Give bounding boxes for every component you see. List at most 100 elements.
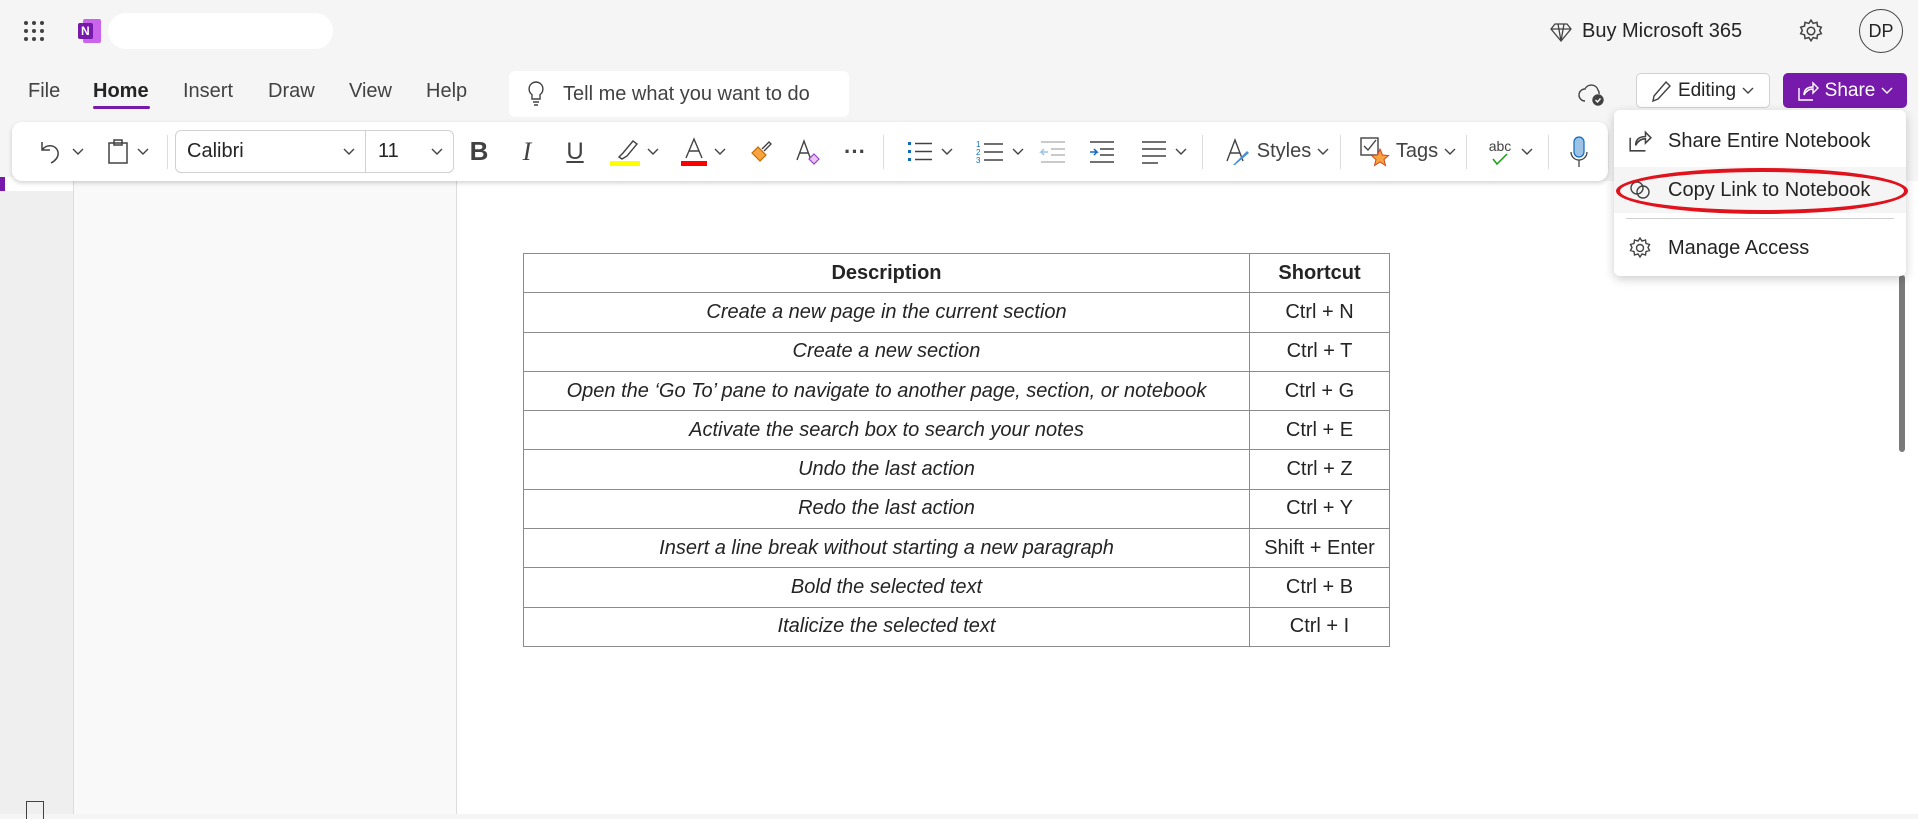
description-cell[interactable]: Insert a line break without starting a n… [524,529,1250,568]
undo-icon [38,139,64,165]
chevron-down-icon [343,148,355,156]
font-controls: Calibri 11 [175,130,454,173]
increase-indent-icon [1088,140,1116,164]
numbering-button[interactable]: 123 [970,122,1030,181]
format-painter-icon [748,139,774,165]
table-row: Italicize the selected textCtrl + I [524,607,1390,646]
user-avatar[interactable]: DP [1859,9,1903,53]
decrease-indent-button[interactable] [1038,122,1068,181]
undo-button[interactable] [36,122,86,181]
svg-text:N: N [81,24,90,38]
more-icon: ··· [844,139,866,165]
share-icon [1797,80,1819,102]
notebook-name-redacted [108,13,333,49]
underline-button[interactable]: U [560,122,590,181]
description-cell[interactable]: Redo the last action [524,489,1250,528]
tab-insert[interactable]: Insert [183,80,233,103]
chevron-down-icon [137,148,149,156]
spelling-button[interactable]: abc [1480,122,1542,181]
shortcut-cell[interactable]: Ctrl + T [1250,332,1390,371]
divider [1548,135,1549,169]
shortcut-cell[interactable]: Ctrl + B [1250,568,1390,607]
settings-gear-icon[interactable] [1798,18,1824,49]
page-list [73,181,457,814]
highlighter-icon [609,137,641,167]
chevron-down-icon [714,148,726,156]
description-cell[interactable]: Bold the selected text [524,568,1250,607]
chevron-down-icon [647,148,659,156]
font-color-button[interactable] [674,122,732,181]
vertical-scrollbar[interactable] [1899,275,1905,452]
pencil-icon [1652,80,1672,102]
bullet-list-icon [907,140,933,164]
shortcut-cell[interactable]: Ctrl + N [1250,293,1390,332]
paste-button[interactable] [100,122,156,181]
shortcut-cell[interactable]: Ctrl + Y [1250,489,1390,528]
shortcut-cell[interactable]: Ctrl + Z [1250,450,1390,489]
shortcut-cell[interactable]: Ctrl + E [1250,411,1390,450]
svg-text:3: 3 [976,156,981,165]
menu-item-manage-access[interactable]: Manage Access [1614,225,1906,271]
chevron-down-icon [941,148,953,156]
chevron-down-icon [1175,148,1187,156]
divider [1608,135,1609,169]
chevron-down-icon [72,148,84,156]
chevron-down-icon [431,148,443,156]
font-name-select[interactable]: Calibri [176,131,366,172]
menu-divider [1626,218,1894,219]
shortcut-cell[interactable]: Ctrl + I [1250,607,1390,646]
shortcut-cell[interactable]: Ctrl + G [1250,371,1390,410]
description-cell[interactable]: Create a new page in the current section [524,293,1250,332]
home-ribbon-toolbar: Calibri 11 B I U ··· 123 Styles Tags abc [12,122,1608,181]
table-row: Bold the selected textCtrl + B [524,568,1390,607]
table-row: Insert a line break without starting a n… [524,529,1390,568]
tab-home[interactable]: Home [93,80,149,103]
divider [167,135,168,169]
dictate-button[interactable] [1564,122,1594,181]
tab-view[interactable]: View [349,80,392,103]
table-row: Create a new sectionCtrl + T [524,332,1390,371]
align-left-icon [1141,140,1167,164]
tags-button[interactable]: Tags [1352,122,1464,181]
highlight-button[interactable] [604,122,664,181]
app-launcher-icon[interactable] [22,19,46,43]
sync-status-cloud-icon[interactable] [1577,81,1607,112]
italic-icon: I [523,137,532,167]
alignment-button[interactable] [1134,122,1194,181]
highlight-annotation-ellipse [1616,168,1908,214]
styles-button[interactable]: Styles [1217,122,1337,181]
clear-formatting-icon [794,138,822,166]
menu-item-share-entire-notebook[interactable]: Share Entire Notebook [1614,118,1906,164]
italic-button[interactable]: I [512,122,542,181]
buy-microsoft-365-link[interactable]: Buy Microsoft 365 [1550,20,1742,43]
description-cell[interactable]: Open the ‘Go To’ pane to navigate to ano… [524,371,1250,410]
chevron-down-icon [1012,148,1024,156]
divider [1202,135,1203,169]
tell-me-search[interactable]: Tell me what you want to do [509,71,849,117]
add-section-icon[interactable] [26,801,44,819]
styles-icon [1225,137,1251,167]
header-shortcut: Shortcut [1250,254,1390,293]
spellcheck-icon: abc [1489,139,1512,165]
chevron-down-icon [1881,87,1893,95]
divider [883,135,884,169]
editing-mode-button[interactable]: Editing [1636,73,1770,108]
description-cell[interactable]: Activate the search box to search your n… [524,411,1250,450]
description-cell[interactable]: Italicize the selected text [524,607,1250,646]
share-button[interactable]: Share [1783,73,1907,108]
clear-formatting-button[interactable] [792,122,824,181]
gear-icon [1628,236,1652,260]
tab-help[interactable]: Help [426,80,467,103]
increase-indent-button[interactable] [1087,122,1117,181]
description-cell[interactable]: Create a new section [524,332,1250,371]
format-painter-button[interactable] [746,122,776,181]
lightbulb-icon [527,81,545,107]
bullets-button[interactable] [900,122,960,181]
bold-button[interactable]: B [464,122,494,181]
more-options-button[interactable]: ··· [840,122,870,181]
description-cell[interactable]: Undo the last action [524,450,1250,489]
tab-file[interactable]: File [28,80,60,103]
tab-draw[interactable]: Draw [268,80,315,103]
font-size-select[interactable]: 11 [366,131,453,172]
shortcut-cell[interactable]: Shift + Enter [1250,529,1390,568]
